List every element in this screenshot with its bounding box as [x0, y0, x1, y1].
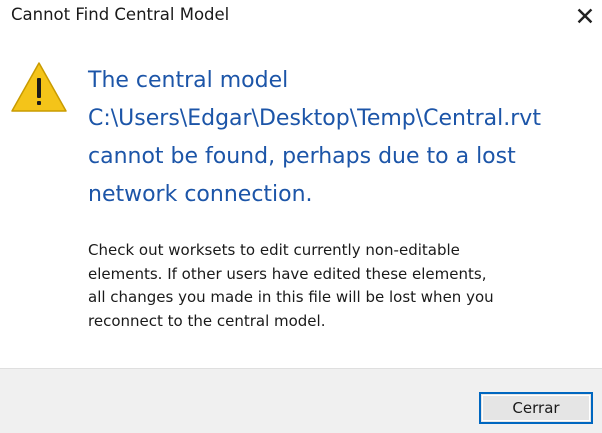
main-instruction-line: C:\Users\Edgar\Desktop\Temp\Central.rvt	[88, 106, 541, 131]
content-text: Check out worksets to edit currently non…	[88, 239, 598, 333]
button-footer: Cerrar	[0, 368, 602, 433]
warning-icon	[11, 62, 67, 112]
warning-exclamation-dot	[37, 101, 41, 105]
content-line: elements. If other users have edited the…	[88, 264, 487, 283]
content-line: Check out worksets to edit currently non…	[88, 241, 460, 259]
close-dialog-button[interactable]: Cerrar	[479, 392, 593, 424]
dialog-window: Cannot Find Central Model ✕ The central …	[0, 0, 602, 433]
main-instruction: The central model C:\Users\Edgar\Desktop…	[88, 62, 598, 214]
warning-exclamation-bar	[37, 78, 41, 98]
window-title: Cannot Find Central Model	[11, 5, 230, 24]
main-instruction-line: cannot be found, perhaps due to a lost	[88, 144, 516, 169]
content-line: all changes you made in this file will b…	[88, 288, 494, 306]
title-bar: Cannot Find Central Model ✕	[0, 0, 602, 36]
close-icon: ✕	[574, 2, 596, 31]
main-instruction-line: The central model	[88, 68, 289, 93]
close-button[interactable]: ✕	[570, 2, 600, 32]
main-instruction-line: network connection.	[88, 182, 313, 207]
content-line: reconnect to the central model.	[88, 311, 326, 330]
